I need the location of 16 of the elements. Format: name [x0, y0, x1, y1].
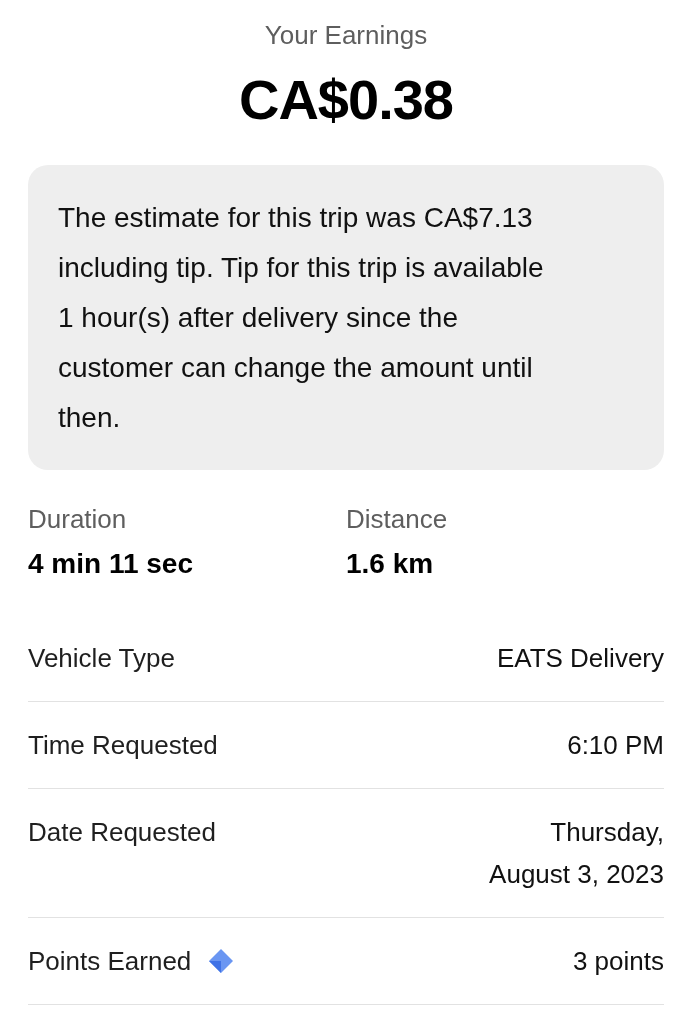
- detail-value: EATS Delivery: [496, 642, 664, 675]
- detail-label: Points Earned: [28, 945, 192, 978]
- detail-label: Time Requested: [28, 729, 218, 762]
- detail-label: Vehicle Type: [28, 642, 175, 675]
- earnings-title: Your Earnings: [264, 19, 428, 51]
- stat-label: Distance: [346, 503, 449, 535]
- detail-value: Thursday, August 3, 2023: [488, 816, 664, 891]
- diamond-icon: [209, 949, 234, 973]
- stat-value: 4 min 11 sec: [28, 547, 194, 581]
- detail-value: 3 points: [572, 945, 664, 978]
- notice-text: The estimate for this trip was CA$7.13 including tip. Tip for this trip is available 1 hour(s) after delivery since the customer can change the amount until then.: [58, 201, 545, 435]
- earnings-amount: CA$0.38: [239, 70, 453, 130]
- stat-label: Duration: [28, 503, 128, 535]
- detail-value: 6:10 PM: [567, 729, 664, 762]
- detail-label: Date Requested: [28, 816, 216, 849]
- stat-value: 1.6 km: [346, 547, 435, 581]
